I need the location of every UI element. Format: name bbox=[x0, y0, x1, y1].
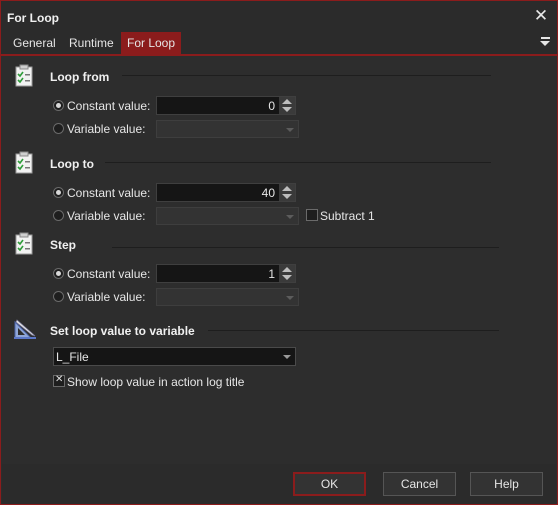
spin-up-icon[interactable] bbox=[282, 186, 292, 191]
spin-down-icon[interactable] bbox=[282, 107, 292, 112]
spin-up-icon[interactable] bbox=[282, 99, 292, 104]
loop-from-title: Loop from bbox=[50, 70, 110, 84]
divider bbox=[105, 162, 491, 163]
ruler-pencil-icon bbox=[14, 319, 36, 339]
loop-from-variable-label: Variable value: bbox=[67, 122, 146, 136]
checklist-icon bbox=[15, 151, 33, 174]
close-icon[interactable]: ✕ bbox=[531, 6, 551, 26]
step-variable-label: Variable value: bbox=[67, 290, 146, 304]
loop-to-constant-value: 40 bbox=[261, 186, 275, 200]
step-constant-radio[interactable] bbox=[53, 268, 64, 279]
divider bbox=[112, 247, 499, 248]
tab-runtime[interactable]: Runtime bbox=[63, 32, 120, 54]
loop-to-variable-label: Variable value: bbox=[67, 209, 146, 223]
loop-from-variable-radio[interactable] bbox=[53, 123, 64, 134]
spin-down-icon[interactable] bbox=[282, 194, 292, 199]
tab-bar: General Runtime For Loop bbox=[1, 32, 557, 54]
checklist-icon bbox=[15, 232, 33, 255]
title-bar: For Loop ✕ bbox=[1, 1, 557, 32]
subtract-one-label: Subtract 1 bbox=[320, 209, 375, 223]
loop-from-constant-radio[interactable] bbox=[53, 100, 64, 111]
spin-buttons[interactable] bbox=[279, 184, 295, 201]
divider bbox=[122, 75, 491, 76]
loop-variable-select[interactable]: L_File bbox=[53, 347, 296, 366]
loop-from-constant-input[interactable]: 0 bbox=[156, 96, 296, 115]
loop-to-constant-label: Constant value: bbox=[67, 186, 151, 200]
checklist-icon bbox=[15, 64, 33, 87]
set-variable-title: Set loop value to variable bbox=[50, 324, 195, 338]
show-in-log-label: Show loop value in action log title bbox=[67, 375, 245, 389]
step-constant-value: 1 bbox=[268, 267, 275, 281]
ok-button[interactable]: OK bbox=[293, 472, 366, 496]
subtract-one-checkbox[interactable] bbox=[306, 209, 318, 221]
tab-for-loop[interactable]: For Loop bbox=[121, 32, 182, 54]
help-button[interactable]: Help bbox=[470, 472, 543, 496]
step-constant-input[interactable]: 1 bbox=[156, 264, 296, 283]
tab-general[interactable]: General bbox=[7, 32, 62, 54]
loop-to-constant-radio[interactable] bbox=[53, 187, 64, 198]
chevron-down-icon bbox=[286, 296, 294, 300]
loop-variable-value: L_File bbox=[56, 350, 89, 364]
loop-to-variable-select bbox=[156, 207, 299, 225]
chevron-down-icon bbox=[286, 128, 294, 132]
spin-up-icon[interactable] bbox=[282, 267, 292, 272]
menu-icon[interactable] bbox=[537, 35, 553, 51]
divider bbox=[208, 330, 499, 331]
loop-to-constant-input[interactable]: 40 bbox=[156, 183, 296, 202]
loop-to-variable-radio[interactable] bbox=[53, 210, 64, 221]
for-loop-dialog: For Loop ✕ General Runtime For Loop Loop… bbox=[0, 0, 558, 505]
step-title: Step bbox=[50, 238, 77, 252]
show-in-log-checkbox[interactable] bbox=[53, 374, 65, 387]
chevron-down-icon[interactable] bbox=[283, 355, 291, 359]
cancel-button[interactable]: Cancel bbox=[383, 472, 456, 496]
spin-buttons[interactable] bbox=[279, 265, 295, 282]
spin-down-icon[interactable] bbox=[282, 275, 292, 280]
loop-from-constant-value: 0 bbox=[268, 99, 275, 113]
chevron-down-icon bbox=[286, 215, 294, 219]
step-variable-radio[interactable] bbox=[53, 291, 64, 302]
loop-from-variable-select bbox=[156, 120, 299, 138]
step-variable-select bbox=[156, 288, 299, 306]
window-title: For Loop bbox=[7, 11, 59, 25]
for-loop-panel: Loop from Constant value: 0 Variable val… bbox=[4, 56, 554, 463]
loop-to-title: Loop to bbox=[50, 157, 94, 171]
dialog-footer: OK Cancel Help bbox=[2, 464, 556, 504]
spin-buttons[interactable] bbox=[279, 97, 295, 114]
step-constant-label: Constant value: bbox=[67, 267, 151, 281]
loop-from-constant-label: Constant value: bbox=[67, 99, 151, 113]
